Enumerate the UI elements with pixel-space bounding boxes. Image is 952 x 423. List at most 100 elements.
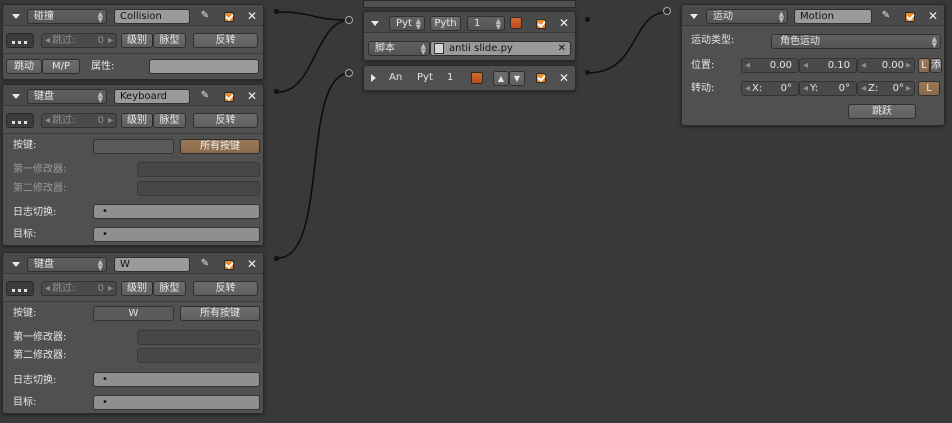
active-checkbox[interactable] [224,12,234,22]
second-modifier-field[interactable] [137,181,260,196]
pulse-mode-buttons[interactable] [6,113,34,128]
sensor-output-socket[interactable] [274,9,279,14]
remove-sensor-icon[interactable]: ✕ [245,9,259,23]
clear-script-icon[interactable]: ✕ [558,42,566,55]
pulse-button[interactable]: 跳动 [6,59,42,74]
rotation-local-toggle[interactable]: L [918,81,940,96]
rotation-z-field[interactable]: ◂ Z: 0° ▸ [857,81,915,96]
sensor-type-select[interactable]: 键盘 ▲ ▼ [27,89,107,104]
location-z-field[interactable]: ◂ 0.00 ▸ [857,58,915,73]
first-modifier-field[interactable] [137,330,260,345]
sensor-output-socket[interactable] [274,256,279,261]
actuator-type-select[interactable]: 运动 ▲ ▼ [706,9,788,24]
location-local-toggle[interactable]: L [918,58,930,73]
sensor-type-select[interactable]: 碰撞 ▲ ▼ [27,9,107,24]
controller-name-button[interactable]: Pyth [430,16,461,31]
target-label: 目标: [13,229,37,240]
location-add-toggle[interactable]: 添 [930,58,942,73]
pulse-mode-buttons[interactable] [6,33,34,48]
jump-button[interactable]: 跳跃 [848,104,916,119]
skip-field[interactable]: ◂ 跳过: 0 ▸ [41,281,117,296]
target-field[interactable]: • [93,395,260,410]
sensor-name-field[interactable]: Keyboard [114,89,190,104]
first-modifier-field[interactable] [137,162,260,177]
move-up-button[interactable]: ▲ [493,71,509,86]
remove-sensor-icon[interactable]: ✕ [245,257,259,271]
second-modifier-field[interactable] [137,348,260,363]
pulse-mode-buttons[interactable] [6,281,34,296]
second-modifier-label: 第二修改器: [13,183,67,194]
collapse-toggle-icon[interactable] [12,94,20,99]
updown-icon: ▲ ▼ [97,90,103,104]
remove-controller-icon[interactable]: ✕ [557,16,571,30]
remove-controller-icon[interactable]: ✕ [557,71,571,85]
motion-type-select[interactable]: 角色运动 ▲ ▼ [771,34,941,49]
tap-button[interactable]: 脉型 [153,281,186,296]
active-checkbox[interactable] [536,19,546,29]
active-checkbox[interactable] [224,92,234,102]
sensor-name-field[interactable]: W [114,257,190,272]
location-x-field[interactable]: ◂ 0.00 [741,58,799,73]
remove-sensor-icon[interactable]: ✕ [245,89,259,103]
level-button[interactable]: 级别 [121,33,153,48]
mp-button[interactable]: M/P [42,59,80,74]
sensor-output-socket[interactable] [274,89,279,94]
invert-button[interactable]: 反转 [193,33,258,48]
skip-field[interactable]: ◂ 跳过: 0 ▸ [41,33,117,48]
controller-output-socket[interactable] [585,70,590,75]
invert-button[interactable]: 反转 [193,281,258,296]
controller-input-socket[interactable] [345,16,353,24]
collapse-toggle-icon[interactable] [12,14,20,19]
bookmark-icon[interactable] [471,72,483,84]
expand-toggle-icon[interactable] [371,74,376,82]
collapse-toggle-icon[interactable] [12,262,20,267]
tap-button[interactable]: 脉型 [153,33,186,48]
updown-icon: ▲ ▼ [931,35,937,49]
script-type-select[interactable]: 脚本 ▲ ▼ [368,41,430,56]
controller-output-socket[interactable] [585,17,590,22]
sensor-type-select[interactable]: 键盘 ▲ ▼ [27,257,107,272]
active-checkbox[interactable] [536,73,546,83]
pin-icon[interactable]: ✎ [198,9,212,23]
script-file-field[interactable]: antii slide.py ✕ [430,41,571,56]
invert-button[interactable]: 反转 [193,113,258,128]
key-capture-field[interactable]: W [93,306,174,321]
bookmark-icon[interactable] [510,17,522,29]
all-keys-button[interactable]: 所有按键 [180,139,260,154]
pin-icon[interactable]: ✎ [879,9,893,23]
log-toggle-field[interactable]: • [93,372,260,387]
pin-icon[interactable]: ✎ [198,257,212,271]
collapse-toggle-icon[interactable] [690,14,698,19]
script-file-icon [434,43,444,54]
and-controller-panel: An Pyt 1 ▲ ▼ ✕ [363,65,576,91]
controller-state-field[interactable]: 1 ▲ ▼ [467,16,505,31]
pin-icon[interactable]: ✎ [198,89,212,103]
actuator-input-socket[interactable] [663,7,671,15]
level-button[interactable]: 级别 [121,113,153,128]
sensor-w-panel: 键盘 ▲ ▼ W ✎ ✕ ◂ 跳过: 0 ▸ 级别 脉型 反转 按键: W 所有按键 第一… [2,252,264,414]
property-field[interactable] [149,59,259,74]
key-capture-field[interactable] [93,139,174,154]
collapse-toggle-icon[interactable] [371,21,379,26]
controller-type-select[interactable]: Pyt ▲ ▼ [389,16,425,31]
tap-button[interactable]: 脉型 [153,113,186,128]
skip-field[interactable]: ◂ 跳过: 0 ▸ [41,113,117,128]
actuator-motion-panel: 运动 ▲ ▼ Motion ✎ ✕ 运动类型: 角色运动 ▲ ▼ 位置: ◂ 0.00 ◂… [681,4,945,126]
rotation-x-field[interactable]: ◂ X: 0° [741,81,799,96]
move-down-button[interactable]: ▼ [509,71,525,86]
divider [3,53,263,54]
location-y-field[interactable]: ◂ 0.10 [799,58,857,73]
log-toggle-field[interactable]: • [93,204,260,219]
sensor-name-field[interactable]: Collision [114,9,190,24]
rotation-y-field[interactable]: ◂ Y: 0° [799,81,857,96]
target-field[interactable]: • [93,227,260,242]
actuator-name-field[interactable]: Motion [794,9,872,24]
remove-actuator-icon[interactable]: ✕ [926,9,940,23]
controller-input-socket[interactable] [345,69,353,77]
all-keys-button[interactable]: 所有按键 [180,306,260,321]
level-button[interactable]: 级别 [121,281,153,296]
active-checkbox[interactable] [905,12,915,22]
motion-type-label: 运动类型: [691,35,735,46]
updown-icon: ▲ ▼ [97,258,103,272]
active-checkbox[interactable] [224,260,234,270]
